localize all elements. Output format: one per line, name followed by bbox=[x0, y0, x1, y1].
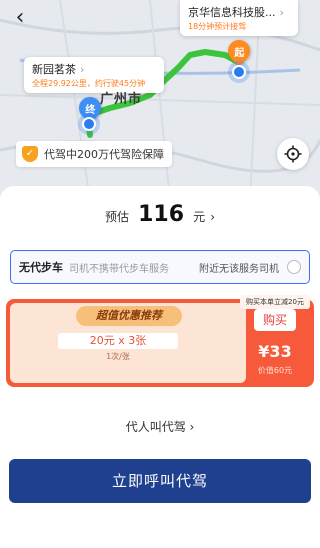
pickup-eta: 18分钟预计接驾 bbox=[188, 22, 247, 31]
destination-name: 新园茗茶 bbox=[32, 63, 76, 76]
estimate-unit: 元 bbox=[193, 210, 206, 224]
back-button[interactable]: ‹ bbox=[8, 6, 32, 30]
start-pin-label: 起 bbox=[234, 47, 244, 59]
call-for-others-link[interactable]: 代人叫代驾 › bbox=[0, 418, 320, 435]
promo-original-price: 价值60元 bbox=[257, 366, 293, 375]
promo-card[interactable]: 超值优惠推荐 20元 x 3张 1次/张 购买 ¥33 价值60元 bbox=[6, 299, 314, 387]
start-location-name: 京华信息科技股... bbox=[188, 6, 276, 19]
call-driver-button[interactable]: 立即呼叫代驾 bbox=[9, 459, 311, 503]
chevron-left-icon: ‹ bbox=[15, 5, 25, 30]
promo-purchase-panel: 购买 ¥33 价值60元 bbox=[246, 299, 314, 387]
crosshair-icon bbox=[284, 145, 302, 163]
estimate-label: 预估 bbox=[104, 210, 129, 224]
end-callout[interactable]: 新园茗茶 › 全程29.92公里，约行驶45分钟 bbox=[24, 57, 164, 93]
option-radio[interactable] bbox=[287, 260, 301, 274]
insurance-badge[interactable]: ✓ 代驾中200万代驾险保障 bbox=[16, 141, 172, 167]
map-view[interactable]: ‹ 京华信息科技股... › 18分钟预计接驾 新园茗茶 › 全程29.92公里，约… bbox=[0, 0, 320, 200]
chevron-right-icon: › bbox=[279, 6, 284, 19]
start-dot bbox=[232, 65, 246, 79]
locate-button[interactable] bbox=[277, 138, 309, 170]
promo-coupon-panel: 超值优惠推荐 20元 x 3张 1次/张 bbox=[10, 303, 246, 383]
promo-limit: 1次/张 bbox=[106, 352, 130, 361]
city-label: 广州市 bbox=[100, 92, 143, 107]
estimate-amount: 116 bbox=[138, 202, 185, 227]
promo-title: 超值优惠推荐 bbox=[76, 306, 182, 326]
start-callout[interactable]: 京华信息科技股... › 18分钟预计接驾 bbox=[180, 0, 298, 36]
buy-button[interactable]: 购买 bbox=[254, 309, 296, 331]
order-sheet: 预估 116 元 › 无代步车 司机不携带代步车服务 附近无该服务司机 超值优惠… bbox=[0, 186, 320, 548]
promo-tip: 购买本单立减20元 bbox=[240, 295, 310, 309]
chevron-right-icon: › bbox=[210, 210, 216, 224]
option-status: 附近无该服务司机 bbox=[199, 263, 279, 275]
option-name: 无代步车 bbox=[19, 261, 63, 274]
price-estimate[interactable]: 预估 116 元 › bbox=[0, 202, 320, 227]
promo-coupon: 20元 x 3张 bbox=[58, 333, 178, 349]
insurance-text: 代驾中200万代驾险保障 bbox=[44, 148, 164, 161]
option-description: 司机不携带代步车服务 bbox=[69, 263, 169, 275]
shield-icon: ✓ bbox=[22, 146, 38, 162]
end-dot bbox=[82, 117, 96, 131]
promo-price: ¥33 bbox=[258, 342, 292, 361]
end-pin-label: 终 bbox=[85, 104, 95, 116]
service-option-card[interactable]: 无代步车 司机不携带代步车服务 附近无该服务司机 bbox=[10, 250, 310, 284]
chevron-right-icon: › bbox=[80, 63, 85, 76]
